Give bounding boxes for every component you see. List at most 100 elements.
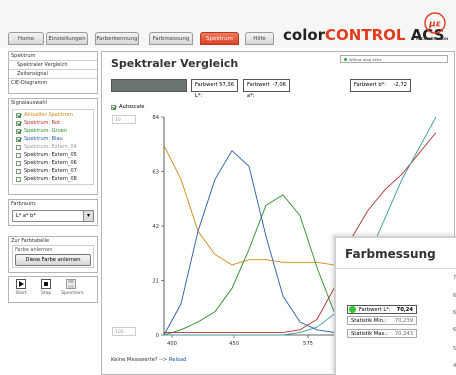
signal-item[interactable]: Aktuelles Spektrum: [13, 111, 93, 119]
x-tick-label: 400: [167, 341, 177, 347]
value-a-label: Farbwert a*:: [247, 82, 270, 99]
signal-item[interactable]: Spektrum: Extern_04: [13, 143, 93, 151]
chart-footer: Keine Messwerte? --> Reload: [111, 357, 187, 363]
stop-label: Stop: [40, 291, 52, 296]
micro-epsilon-icon: με: [424, 12, 446, 34]
sidebar-item-zeitensignal[interactable]: Zeitensignal: [9, 69, 97, 78]
svg-text:με: με: [428, 20, 441, 30]
tab-farbmessung[interactable]: Farbmessung: [149, 32, 193, 45]
autoscale-max-input[interactable]: 10: [112, 115, 136, 124]
teach-color-button[interactable]: Diese Farbe anlernen: [15, 254, 91, 266]
x-tick-label: 450: [229, 341, 239, 347]
signal-selection-panel: Signalauswahl Aktuelles Spektrum Spektrum…: [8, 98, 98, 195]
brand-color-word: color: [283, 26, 326, 44]
y-tick-label: 84: [152, 115, 159, 121]
y-tick-label: 63: [152, 170, 159, 176]
signal-checkbox[interactable]: [16, 160, 21, 166]
start-control[interactable]: Start: [11, 279, 31, 296]
y-tick-label: 42: [152, 224, 159, 230]
stop-control[interactable]: Stop: [36, 279, 56, 296]
page-title: Spektraler Vergleich: [111, 57, 239, 70]
signal-item[interactable]: Spektrum: Gruen: [13, 127, 93, 135]
farbraum-value: L* a* b*: [16, 213, 36, 219]
signal-item[interactable]: Spektrum: Extern_05: [13, 151, 93, 159]
stop-icon: [41, 279, 52, 289]
farbmessung-popup: Farbmessung 766654 Farbwert L*: 70,24 St…: [334, 236, 456, 375]
control-panel: Start Stop Speichern: [8, 276, 98, 303]
farbraum-label: Farbraum:: [11, 201, 37, 207]
footer-text: Keine Messwerte? -->: [111, 357, 168, 363]
popup-min-value: 70,239: [394, 317, 413, 324]
signal-item[interactable]: Spektrum: Blau: [13, 135, 93, 143]
value-b-number: -2,72: [393, 82, 407, 88]
sidebar-nav-header: Spektrum: [11, 53, 36, 59]
signal-checkbox[interactable]: [16, 152, 21, 158]
signal-label: Spektrum: Rot: [24, 120, 60, 126]
signal-label: Spektrum: Extern_08: [24, 176, 77, 182]
farbraum-select[interactable]: L* a* b* ▾: [12, 210, 94, 222]
start-label: Start: [15, 291, 27, 296]
x-tick-label: 575: [303, 341, 313, 347]
save-label: Speichern: [61, 291, 84, 296]
sidebar-nav: Spektrum Spektraler Vergleich Zeitensign…: [8, 51, 98, 94]
sidebar-item-cie-diagramm[interactable]: CIE-Diagramm: [9, 78, 97, 87]
tab-einstellungen[interactable]: Einstellungen: [46, 32, 88, 45]
signal-item[interactable]: Spektrum: Extern_08: [13, 175, 93, 183]
save-control[interactable]: Speichern: [61, 279, 84, 296]
value-l-label: Farbwert L*:: [195, 82, 218, 99]
teach-label: Farbe anlernen: [15, 247, 53, 253]
play-icon: [16, 279, 26, 289]
signal-checkbox[interactable]: [16, 176, 21, 182]
tab-farberkennung[interactable]: Farberkennung: [95, 32, 139, 45]
tab-hilfe[interactable]: Hilfe: [245, 32, 274, 45]
signal-item[interactable]: Spektrum: Rot: [13, 119, 93, 127]
zoom-input[interactable]: 100: [112, 327, 136, 336]
teach-group: Farbe anlernen Diese Farbe anlernen: [12, 245, 94, 268]
brand-control-word: CONTROL: [325, 26, 406, 44]
signal-label: Spektrum: Blau: [24, 136, 63, 142]
autoscale-toggle[interactable]: Autoscale: [111, 104, 144, 110]
status-green-icon: [349, 306, 356, 313]
status-text: Wifhas alog aktiv: [349, 57, 382, 62]
sidebar-item-spektraler-vergleich[interactable]: Spektraler Vergleich: [9, 60, 97, 69]
chevron-down-icon: ▾: [83, 211, 93, 221]
signal-label: Spektrum: Extern_05: [24, 152, 77, 158]
y-tick-label: 0: [156, 333, 159, 339]
save-icon: [66, 279, 77, 289]
value-a: Farbwert a*: -7,06: [243, 79, 290, 99]
popup-value-label: Farbwert L*:: [359, 306, 391, 313]
y-tick-label: 21: [152, 279, 159, 285]
signal-label: Aktuelles Spektrum: [24, 112, 73, 118]
value-l: Farbwert L*: 57,36: [191, 79, 238, 99]
popup-max-box: Statistik Max.: 70,243: [347, 329, 417, 338]
popup-value-number: 70,24: [396, 306, 413, 313]
signal-checkbox[interactable]: [16, 136, 21, 142]
popup-min-box: Statistik Min.: 70,239: [347, 316, 417, 325]
popup-min-label: Statistik Min.:: [351, 317, 387, 324]
popup-max-label: Statistik Max.:: [351, 330, 388, 337]
zur-header: Zur Farbtabelle: [11, 238, 50, 244]
popup-divider: [336, 268, 456, 269]
value-b: Farbwert b*: -2,72: [350, 79, 411, 92]
signal-label: Spektrum: Extern_04: [24, 144, 77, 150]
signal-checkbox[interactable]: [16, 128, 21, 134]
value-l-number: 57,36: [219, 82, 234, 88]
signal-checkbox[interactable]: [16, 144, 21, 150]
tab-home[interactable]: Home: [8, 32, 44, 45]
popup-title: Farbmessung: [345, 247, 436, 261]
autoscale-checkbox[interactable]: [111, 104, 116, 110]
value-b-label: Farbwert b*:: [354, 82, 386, 88]
color-swatch: [111, 79, 187, 92]
signal-item[interactable]: Spektrum: Extern_07: [13, 167, 93, 175]
signals-header: Signalauswahl: [11, 100, 47, 106]
signal-checkbox[interactable]: [16, 112, 21, 118]
signal-checkbox[interactable]: [16, 120, 21, 126]
company-name: MICRO-EPSILON: [416, 37, 449, 41]
signal-label: Spektrum: Gruen: [24, 128, 67, 134]
reload-link[interactable]: Reload: [169, 357, 187, 363]
signal-item[interactable]: Spektrum: Extern_06: [13, 159, 93, 167]
signal-checkbox[interactable]: [16, 168, 21, 174]
status-indicator: Wifhas alog aktiv: [340, 55, 448, 63]
status-dot-icon: [344, 58, 347, 61]
tab-spektrum[interactable]: Spektrum: [200, 32, 239, 45]
